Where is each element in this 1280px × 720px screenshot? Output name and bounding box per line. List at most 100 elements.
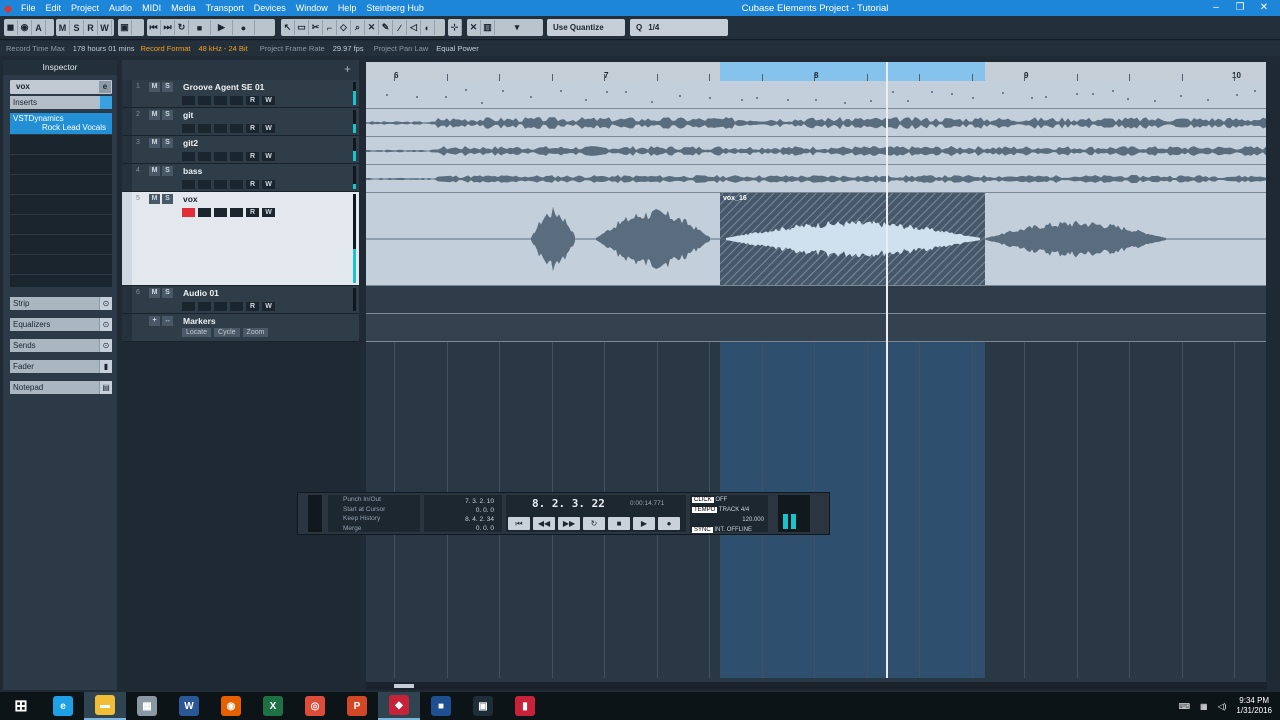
minimize-button[interactable]: – <box>1204 0 1228 16</box>
record-icon[interactable]: ● <box>233 20 255 35</box>
audio-event-vox[interactable]: vox_16 <box>366 193 1267 286</box>
frame-rate-label[interactable]: Project Frame Rate <box>248 44 325 53</box>
network-icon[interactable]: ▦ <box>1200 702 1208 711</box>
forward-button[interactable]: ▶▶ <box>558 517 580 530</box>
marker-add-icon[interactable]: + <box>149 316 160 326</box>
inspector-section-notepad[interactable]: Notepad ▤ <box>10 381 112 394</box>
erase-icon[interactable]: ◇ <box>337 20 351 35</box>
quantize-value-dropdown[interactable]: Q 1/4 <box>630 19 728 36</box>
draw-icon[interactable]: ✎ <box>379 20 393 35</box>
write-button[interactable]: W <box>262 180 275 189</box>
horizontal-scrollbar[interactable] <box>366 682 1267 690</box>
track-name[interactable]: Groove Agent SE 01 <box>183 82 264 92</box>
freeze-button[interactable] <box>230 124 243 133</box>
marker-track-row[interactable]: + ↔ Markers Locate Cycle Zoom <box>122 314 359 342</box>
secondary-time-display[interactable]: 0:00:14.771 <box>630 500 664 507</box>
ruler[interactable]: 6 7 8 9 10 <box>366 62 1267 81</box>
right-locator-offset[interactable]: 0. 0. 0 <box>424 524 494 533</box>
inspector-section-fader[interactable]: Fader ▮ <box>10 360 112 373</box>
track-row[interactable]: 6 MS Audio 01 RW <box>122 286 359 314</box>
edit-button[interactable] <box>214 302 227 311</box>
split-icon[interactable]: ✂ <box>309 20 323 35</box>
monitor-button[interactable] <box>198 96 211 105</box>
menu-help[interactable]: Help <box>333 3 362 13</box>
read-button[interactable]: R <box>246 208 259 217</box>
read-button[interactable]: R <box>246 152 259 161</box>
glue-icon[interactable]: ⌐ <box>323 20 337 35</box>
mute-button[interactable]: M <box>149 166 160 176</box>
click-value[interactable]: OFF <box>715 497 727 503</box>
constrain-delay-group[interactable]: ◼ ◉ A <box>4 19 54 36</box>
tempo-mode[interactable]: TRACK <box>719 507 739 513</box>
snap-on-icon[interactable]: ✕ <box>467 20 481 35</box>
solo-button[interactable]: S <box>162 110 173 120</box>
menu-transport[interactable]: Transport <box>201 3 249 13</box>
cycle-range[interactable] <box>720 62 985 81</box>
notepad-icon[interactable]: ▤ <box>99 381 112 394</box>
solo-all-button[interactable]: S <box>70 20 84 35</box>
vertical-scrollbar[interactable] <box>1266 62 1278 682</box>
record-enable-button[interactable] <box>182 96 195 105</box>
maximize-button[interactable]: ❐ <box>1228 0 1252 16</box>
track-name[interactable]: git <box>183 110 193 120</box>
pan-law-label[interactable]: Project Pan Law <box>364 44 429 53</box>
write-button[interactable]: W <box>262 302 275 311</box>
taskbar-ie-button[interactable]: e <box>42 692 84 720</box>
write-button[interactable]: W <box>262 124 275 133</box>
cycle-icon[interactable]: ↻ <box>175 20 189 35</box>
track-row[interactable]: 1 MS Groove Agent SE 01 RW <box>122 80 359 108</box>
constrain-icon[interactable]: ◼ <box>4 20 18 35</box>
menu-media[interactable]: Media <box>166 3 201 13</box>
track-name[interactable]: bass <box>183 166 202 176</box>
inserts-toggle-icon[interactable] <box>99 96 112 109</box>
freeze-button[interactable] <box>230 152 243 161</box>
insert-slot-2[interactable] <box>10 135 112 155</box>
record-enable-button[interactable] <box>182 208 195 217</box>
sync-value[interactable]: OFFLINE <box>727 527 752 533</box>
sync-label[interactable]: SYNC <box>692 527 713 533</box>
volume-icon[interactable]: ◁) <box>1218 702 1227 711</box>
track-name[interactable]: git2 <box>183 138 198 148</box>
zoom-dropdown[interactable]: Zoom <box>242 328 269 337</box>
grid-icon[interactable]: ▥ <box>481 20 495 35</box>
insert-slot-3[interactable] <box>10 155 112 175</box>
taskbar-word-button[interactable]: W <box>168 692 210 720</box>
record-mode-2[interactable]: Start at Cursor <box>343 505 420 515</box>
solo-button[interactable]: S <box>162 82 173 92</box>
audio-event-bass[interactable] <box>366 165 1267 193</box>
edit-button[interactable] <box>214 96 227 105</box>
marker-lane[interactable] <box>366 314 1267 342</box>
audio-event-git[interactable] <box>366 109 1267 137</box>
go-start-icon[interactable]: ⏮ <box>147 20 161 35</box>
zoom-icon[interactable]: ⌕ <box>351 20 365 35</box>
monitor-button[interactable] <box>198 124 211 133</box>
menu-project[interactable]: Project <box>66 3 104 13</box>
track-name[interactable]: vox <box>183 194 198 204</box>
sends-icon[interactable]: ⊙ <box>99 339 112 352</box>
read-all-button[interactable]: R <box>84 20 98 35</box>
play-tool-icon[interactable]: ◁ <box>407 20 421 35</box>
range-select-icon[interactable]: ▭ <box>295 20 309 35</box>
project-cursor[interactable] <box>886 62 888 678</box>
track-row[interactable]: 4 MS bass RW <box>122 164 359 192</box>
add-track-icon[interactable]: + <box>344 62 351 76</box>
snap-toggle[interactable]: ⊹ <box>448 19 462 36</box>
grid-type-dropdown[interactable]: ▾ <box>495 20 539 35</box>
insert-slot-4[interactable] <box>10 175 112 195</box>
taskbar-powerpoint-button[interactable]: P <box>336 692 378 720</box>
edit-button[interactable] <box>214 152 227 161</box>
go-end-icon[interactable]: ⏭ <box>161 20 175 35</box>
taskbar-calculator-button[interactable]: ▦ <box>126 692 168 720</box>
track-row[interactable]: 2 MS git RW <box>122 108 359 136</box>
taskbar-cubase-button[interactable]: ◆ <box>378 692 420 720</box>
right-locator[interactable]: 8. 4. 2. 34 <box>424 515 494 524</box>
audio-01-lane[interactable] <box>366 286 1267 314</box>
taskbar-chrome-button[interactable]: ◎ <box>294 692 336 720</box>
drum-event[interactable] <box>366 81 1267 109</box>
inspector-track-name[interactable]: vox e <box>10 80 112 94</box>
menu-window[interactable]: Window <box>291 3 333 13</box>
locators[interactable]: 7. 3. 2. 10 0. 0. 0 8. 4. 2. 34 0. 0. 0 <box>424 495 502 532</box>
tempo-value[interactable]: 120.000 <box>692 515 768 525</box>
insert-slot-6[interactable] <box>10 215 112 235</box>
record-enable-button[interactable] <box>182 152 195 161</box>
